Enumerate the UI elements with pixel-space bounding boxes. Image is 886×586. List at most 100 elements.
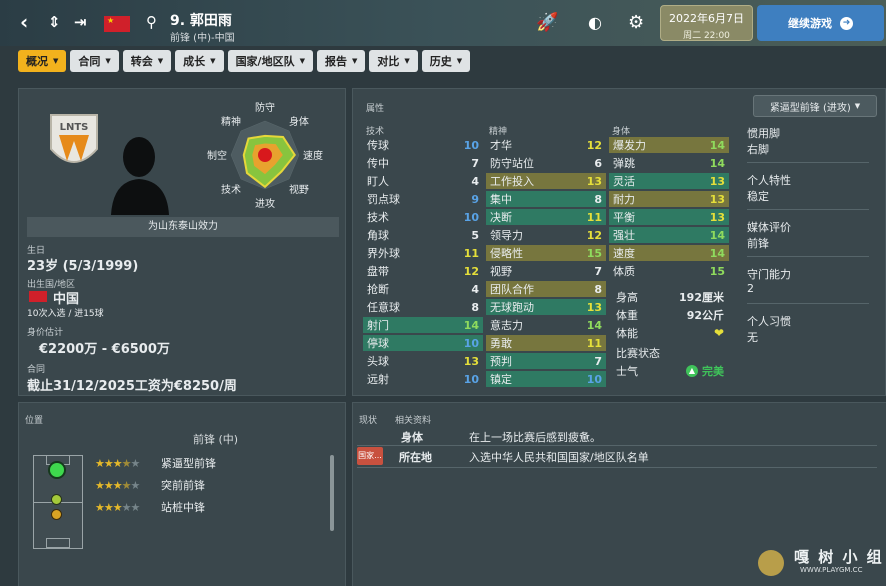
national-team-badge[interactable]: 国家... bbox=[357, 447, 383, 465]
attribute-row-mental[interactable]: 防守站位 6 bbox=[486, 155, 606, 171]
radar-label: 速度 bbox=[303, 149, 323, 162]
tab-report[interactable]: 报告 ▼ bbox=[316, 50, 366, 72]
value-title: 身价估计 bbox=[27, 328, 64, 338]
media-label: 媒体评价 bbox=[747, 221, 791, 234]
attribute-row-mental[interactable]: 视野 7 bbox=[486, 263, 606, 279]
attribute-row-mental[interactable]: 团队合作 8 bbox=[486, 281, 606, 297]
attribute-row-technical[interactable]: 任意球 8 bbox=[363, 299, 483, 315]
continue-button[interactable]: 继续游戏 ➜ bbox=[757, 5, 884, 41]
attribute-row-technical[interactable]: 远射 10 bbox=[363, 371, 483, 387]
attribute-row-technical[interactable]: 传球 10 bbox=[363, 137, 483, 153]
up-down-icon[interactable]: ⇕ bbox=[48, 13, 61, 31]
attribute-name: 强壮 bbox=[613, 229, 635, 242]
globe-icon[interactable]: ◐ bbox=[588, 13, 602, 32]
attribute-value: 14 bbox=[709, 138, 725, 152]
attribute-name: 勇敢 bbox=[490, 337, 512, 350]
habit-label: 个人习惯 bbox=[747, 315, 791, 328]
attribute-row-mental[interactable]: 决断 11 bbox=[486, 209, 606, 225]
attribute-row-technical[interactable]: 抢断 4 bbox=[363, 281, 483, 297]
attribute-row-physical[interactable]: 弹跳 14 bbox=[609, 155, 729, 171]
attribute-name: 头球 bbox=[367, 355, 389, 368]
attribute-value: 14 bbox=[586, 318, 602, 332]
search-icon[interactable]: ⚲ bbox=[146, 13, 157, 31]
chevron-down-icon: ▼ bbox=[854, 102, 861, 110]
attribute-row-technical[interactable]: 角球 5 bbox=[363, 227, 483, 243]
empty-star-icon: ★ bbox=[130, 478, 140, 492]
tab-contract[interactable]: 合同 ▼ bbox=[70, 50, 119, 72]
attribute-row-mental[interactable]: 工作投入 13 bbox=[486, 173, 606, 189]
tab-history[interactable]: 历史 ▼ bbox=[421, 50, 471, 72]
attributes-panel: 属性 技术 精神 身体 传球 10 传中 7 盯人 4 罚点球 9 技术 10 角球 5 界外球 11 盘带… bbox=[352, 88, 735, 396]
attribute-row-technical[interactable]: 技术 10 bbox=[363, 209, 483, 225]
attribute-row-technical[interactable]: 罚点球 9 bbox=[363, 191, 483, 207]
tab-compare[interactable]: 对比 ▼ bbox=[369, 50, 418, 72]
attribute-row-mental[interactable]: 集中 8 bbox=[486, 191, 606, 207]
attribute-value: 10 bbox=[463, 138, 479, 152]
tab-overview[interactable]: 概况 ▼ bbox=[18, 50, 67, 72]
divider bbox=[357, 445, 877, 446]
role-row[interactable]: ★★★★★ 紧逼型前锋 bbox=[95, 455, 245, 471]
attribute-row-physical[interactable]: 体质 15 bbox=[609, 263, 729, 279]
star-rating: ★★★★★ bbox=[95, 479, 153, 492]
date-box[interactable]: 2022年6月7日 周二 22:00 bbox=[660, 5, 753, 41]
gk-value: 2 bbox=[747, 282, 754, 295]
tab-national[interactable]: 国家/地区队 ▼ bbox=[227, 50, 313, 72]
role-select[interactable]: 紧逼型前锋 (进攻) ▼ bbox=[753, 95, 877, 117]
nation-value[interactable]: 中国 bbox=[53, 288, 79, 307]
attribute-value: 8 bbox=[471, 300, 479, 314]
foot-label: 惯用脚 bbox=[747, 127, 780, 140]
attribute-row-mental[interactable]: 无球跑动 13 bbox=[486, 299, 606, 315]
attribute-row-technical[interactable]: 盘带 12 bbox=[363, 263, 483, 279]
attribute-name: 盘带 bbox=[367, 265, 389, 278]
attribute-row-technical[interactable]: 头球 13 bbox=[363, 353, 483, 369]
attribute-value: 13 bbox=[463, 354, 479, 368]
tab-transfer[interactable]: 转会 ▼ bbox=[122, 50, 172, 72]
attribute-name: 决断 bbox=[490, 211, 512, 224]
attribute-row-physical[interactable]: 强壮 14 bbox=[609, 227, 729, 243]
back-icon[interactable]: ‹ bbox=[20, 10, 28, 34]
contract-title: 合同 bbox=[27, 365, 46, 375]
tab-development[interactable]: 成长 ▼ bbox=[175, 50, 224, 72]
status-label-physical: 身体 bbox=[401, 431, 423, 444]
gk-label: 守门能力 bbox=[747, 268, 791, 281]
position-title: 位置 bbox=[25, 416, 44, 426]
radar-label: 身体 bbox=[289, 115, 309, 128]
rocket-icon[interactable]: 🚀 bbox=[536, 12, 558, 33]
match-form-row: 比赛状态 bbox=[616, 347, 660, 360]
attribute-row-physical[interactable]: 爆发力 14 bbox=[609, 137, 729, 153]
position-dot-accomplished[interactable] bbox=[51, 494, 62, 505]
attribute-name: 速度 bbox=[613, 247, 635, 260]
attribute-row-mental[interactable]: 才华 12 bbox=[486, 137, 606, 153]
attribute-row-mental[interactable]: 意志力 14 bbox=[486, 317, 606, 333]
watermark-logo bbox=[758, 550, 784, 576]
attribute-row-mental[interactable]: 预判 7 bbox=[486, 353, 606, 369]
attribute-value: 11 bbox=[586, 336, 602, 350]
attribute-row-technical[interactable]: 传中 7 bbox=[363, 155, 483, 171]
attribute-row-mental[interactable]: 侵略性 15 bbox=[486, 245, 606, 261]
attribute-row-technical[interactable]: 盯人 4 bbox=[363, 173, 483, 189]
attribute-value: 13 bbox=[709, 174, 725, 188]
attribute-row-physical[interactable]: 速度 14 bbox=[609, 245, 729, 261]
role-row[interactable]: ★★★★★ 突前前锋 bbox=[95, 477, 245, 493]
attribute-row-mental[interactable]: 领导力 12 bbox=[486, 227, 606, 243]
scrollbar[interactable] bbox=[330, 455, 334, 531]
role-row[interactable]: ★★★★★ 站桩中锋 bbox=[95, 499, 245, 515]
divider bbox=[747, 162, 869, 163]
attribute-row-mental[interactable]: 勇敢 11 bbox=[486, 335, 606, 351]
attribute-row-physical[interactable]: 耐力 13 bbox=[609, 191, 729, 207]
mental-title: 精神 bbox=[489, 127, 508, 137]
attribute-row-mental[interactable]: 镇定 10 bbox=[486, 371, 606, 387]
attribute-row-physical[interactable]: 灵活 13 bbox=[609, 173, 729, 189]
radar-label: 防守 bbox=[255, 101, 275, 114]
position-dot-natural[interactable] bbox=[48, 461, 66, 479]
gear-icon[interactable]: ⚙ bbox=[628, 12, 644, 33]
last-icon[interactable]: ⇥ bbox=[74, 13, 87, 31]
attribute-row-physical[interactable]: 平衡 13 bbox=[609, 209, 729, 225]
star-icon: ★★★ bbox=[95, 456, 123, 470]
position-dot-competent[interactable] bbox=[51, 509, 62, 520]
attribute-row-technical[interactable]: 停球 10 bbox=[363, 335, 483, 351]
attribute-name: 防守站位 bbox=[490, 157, 534, 170]
media-value: 前锋 bbox=[747, 237, 769, 250]
attribute-row-technical[interactable]: 界外球 11 bbox=[363, 245, 483, 261]
attribute-row-technical[interactable]: 射门 14 bbox=[363, 317, 483, 333]
